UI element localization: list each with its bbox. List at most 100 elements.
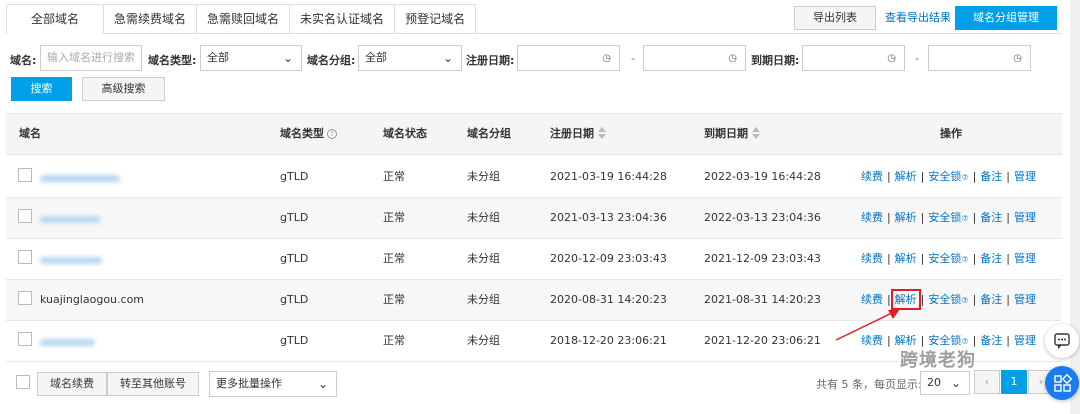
sep: |: [886, 211, 891, 224]
search-button[interactable]: 搜索: [11, 77, 72, 101]
redacted-domain: [40, 257, 102, 264]
view-export-link[interactable]: 查看导出结果: [885, 9, 951, 25]
clock-icon: ◷: [728, 53, 737, 64]
manage-link[interactable]: 管理: [1014, 334, 1036, 347]
col-status: 域名状态: [383, 127, 427, 140]
domain-tabs: 全部域名 急需续费域名 急需赎回域名 未实名认证域名 预登记域名: [6, 4, 477, 34]
security-lock-link[interactable]: 安全锁: [928, 170, 961, 183]
page-size-select[interactable]: 20 ⌄: [920, 371, 970, 395]
advanced-search-button[interactable]: 高级搜索: [82, 77, 165, 101]
row-checkbox[interactable]: [18, 291, 32, 305]
col-type: 域名类型?: [280, 114, 337, 154]
cell-exp-date: 2021-12-20 23:06:21: [704, 334, 821, 347]
domain-link[interactable]: kuajinglaogou.com: [40, 280, 144, 320]
sep: |: [920, 170, 925, 183]
clock-icon: ◷: [602, 53, 611, 64]
cell-group: 未分组: [467, 293, 500, 306]
page-1-button[interactable]: 1: [1001, 370, 1027, 394]
exp-date-end[interactable]: ◷: [928, 45, 1031, 71]
resolve-link[interactable]: 解析: [895, 170, 917, 183]
cell-status: 正常: [383, 293, 405, 306]
chat-icon: [1054, 333, 1070, 349]
reg-date-end[interactable]: ◷: [643, 45, 746, 71]
apps-float-button[interactable]: [1045, 366, 1079, 400]
transfer-account-button[interactable]: 转至其他账号: [107, 372, 199, 396]
help-icon[interactable]: ⑦: [961, 214, 968, 223]
sep: |: [972, 252, 977, 265]
renew-link[interactable]: 续费: [861, 211, 883, 224]
domain-search-input[interactable]: 输入域名进行搜索: [40, 45, 142, 71]
sep: |: [920, 211, 925, 224]
renew-link[interactable]: 续费: [861, 252, 883, 265]
chevron-down-icon: ⌄: [442, 51, 453, 65]
chevron-down-icon: ⌄: [950, 376, 961, 390]
domain-label: 域名:: [10, 54, 37, 67]
help-icon[interactable]: ⑦: [961, 255, 968, 264]
note-link[interactable]: 备注: [980, 170, 1002, 183]
cell-type: gTLD: [280, 293, 309, 306]
cell-exp-date: 2021-12-09 23:03:43: [704, 252, 821, 265]
pager-summary: 共有 5 条，每页显示:: [816, 378, 922, 391]
row-actions: 续费 | 解析 | 安全锁⑦ | 备注 | 管理: [861, 198, 1036, 239]
tab-renew-needed[interactable]: 急需续费域名: [104, 4, 198, 34]
more-batch-select[interactable]: 更多批量操作 ⌄: [209, 371, 337, 397]
cell-group: 未分组: [467, 334, 500, 347]
manage-link[interactable]: 管理: [1014, 293, 1036, 306]
cell-group: 未分组: [467, 170, 500, 183]
cell-status: 正常: [383, 252, 405, 265]
exp-date-label: 到期日期:: [751, 54, 800, 67]
select-all-checkbox[interactable]: [16, 375, 30, 389]
row-checkbox[interactable]: [18, 250, 32, 264]
tab-redeem-needed[interactable]: 急需赎回域名: [197, 4, 291, 34]
tab-preregistered[interactable]: 预登记域名: [395, 4, 477, 34]
reg-date-start[interactable]: ◷: [517, 45, 620, 71]
reg-date-dash: -: [631, 52, 635, 65]
help-icon[interactable]: ⑦: [961, 337, 968, 346]
manage-link[interactable]: 管理: [1014, 211, 1036, 224]
tab-all-domains[interactable]: 全部域名: [6, 4, 105, 34]
cell-exp-date: 2021-08-31 14:20:23: [704, 293, 821, 306]
watermark-text: 跨境老狗: [900, 350, 976, 371]
cell-status: 正常: [383, 334, 405, 347]
help-icon[interactable]: ⑦: [961, 173, 968, 182]
tab-unverified[interactable]: 未实名认证域名: [290, 4, 396, 34]
help-icon[interactable]: ⑦: [961, 296, 968, 305]
sep: |: [1006, 170, 1010, 183]
manage-link[interactable]: 管理: [1014, 170, 1036, 183]
note-link[interactable]: 备注: [980, 293, 1002, 306]
note-link[interactable]: 备注: [980, 334, 1002, 347]
col-reg-label: 注册日期: [550, 127, 594, 140]
group-select[interactable]: 全部 ⌄: [358, 45, 462, 71]
export-list-button[interactable]: 导出列表: [794, 6, 876, 30]
col-reg-date[interactable]: 注册日期: [550, 114, 606, 154]
security-lock-link[interactable]: 安全锁: [928, 293, 961, 306]
security-lock-link[interactable]: 安全锁: [928, 211, 961, 224]
type-select[interactable]: 全部 ⌄: [200, 45, 302, 71]
security-lock-link[interactable]: 安全锁: [928, 252, 961, 265]
renew-link[interactable]: 续费: [861, 170, 883, 183]
sep: |: [886, 170, 891, 183]
help-icon[interactable]: ?: [327, 129, 337, 139]
row-checkbox[interactable]: [18, 209, 32, 223]
col-domain: 域名: [19, 127, 41, 140]
manage-link[interactable]: 管理: [1014, 252, 1036, 265]
group-manage-button[interactable]: 域名分组管理: [955, 6, 1057, 30]
more-batch-label: 更多批量操作: [216, 377, 282, 390]
sep: |: [1006, 252, 1010, 265]
note-link[interactable]: 备注: [980, 211, 1002, 224]
page-size-value: 20: [927, 376, 941, 389]
sep: |: [972, 211, 977, 224]
chat-float-button[interactable]: [1045, 324, 1079, 358]
note-link[interactable]: 备注: [980, 252, 1002, 265]
sep: |: [920, 252, 925, 265]
sort-icon[interactable]: [752, 127, 760, 139]
sort-icon[interactable]: [598, 127, 606, 139]
prev-page-button[interactable]: ‹: [974, 370, 1000, 394]
resolve-link[interactable]: 解析: [895, 252, 917, 265]
resolve-link[interactable]: 解析: [895, 211, 917, 224]
row-checkbox[interactable]: [18, 332, 32, 346]
exp-date-start[interactable]: ◷: [802, 45, 905, 71]
bulk-renew-button[interactable]: 域名续费: [37, 372, 107, 396]
col-exp-date[interactable]: 到期日期: [704, 114, 760, 154]
row-checkbox[interactable]: [18, 168, 32, 182]
